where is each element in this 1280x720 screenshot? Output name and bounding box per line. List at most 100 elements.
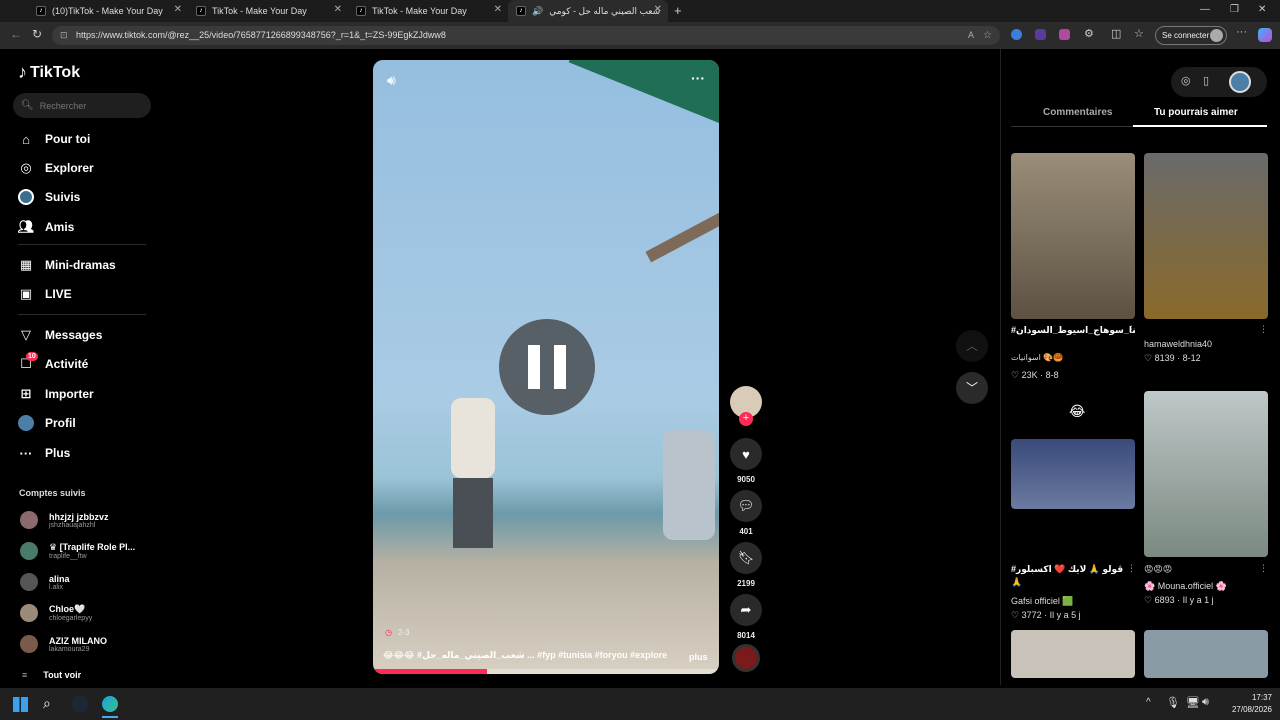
avatar[interactable] [1229, 71, 1251, 93]
pause-icon [554, 345, 566, 389]
search-icon[interactable]: ⌕ [43, 695, 51, 712]
maximize-icon[interactable]: ❐ [1230, 4, 1239, 15]
video-card[interactable] [1011, 153, 1135, 319]
next-video-button[interactable]: ﹀ [956, 372, 988, 404]
card-author: hamaweldhnia40 [1144, 339, 1213, 349]
copilot-icon[interactable] [1258, 28, 1272, 42]
right-panel: ◎ ▯ Commentaires Tu pourrais aimer #اسوا… [1000, 49, 1280, 685]
tab-tiktok-3[interactable]: ♪ TikTok - Make Your Day ✕ [348, 0, 508, 22]
video-card[interactable] [1144, 153, 1268, 319]
clock[interactable]: 17:37 27/08/2026 [1222, 692, 1272, 716]
followed-account[interactable]: alina l.alix [20, 573, 70, 591]
nav-amis[interactable]: 👥︎ Amis [18, 219, 75, 235]
extension-icon[interactable] [1035, 29, 1046, 40]
save-button[interactable]: 🔖︎ [730, 542, 762, 574]
tab-comments[interactable]: Commentaires [1043, 107, 1112, 118]
close-tab-icon[interactable]: ✕ [334, 4, 342, 15]
chevron-up-icon[interactable]: ^ [1146, 697, 1151, 708]
compass-icon: ◎ [20, 160, 32, 175]
nav-messages[interactable]: ▽ Messages [18, 327, 102, 343]
nav-explorer[interactable]: ◎ Explorer [18, 160, 93, 176]
minimize-icon[interactable]: — [1200, 4, 1210, 15]
video-player[interactable]: 🔊︎ ··· ◷ 2-3 😂😂😂 #شعب_الصيني_ماله_حل ... … [373, 60, 719, 674]
close-window-icon[interactable]: ✕ [1258, 4, 1266, 15]
volume-icon[interactable]: 🔊︎ [1202, 696, 1209, 709]
followed-account[interactable]: Chloe🤍 chloegarlepyy [20, 604, 92, 622]
new-tab-icon[interactable]: + [674, 3, 682, 18]
video-more-icon[interactable]: ··· [691, 70, 705, 86]
steam-icon[interactable] [72, 696, 88, 712]
sign-in-button[interactable]: Se connecter [1155, 26, 1227, 45]
tab-tiktok-2[interactable]: ♪ TikTok - Make Your Day ✕ [188, 0, 348, 22]
back-icon[interactable]: ← [10, 27, 22, 41]
network-icon[interactable]: 🖥︎ [1186, 696, 1200, 709]
avatar [20, 511, 38, 529]
site-info-icon[interactable]: ⊡ [60, 26, 68, 45]
url-field[interactable]: ⊡ https://www.tiktok.com/@rez__25/video/… [52, 26, 1000, 45]
close-tab-icon[interactable]: ✕ [494, 4, 502, 15]
nav-pour-toi[interactable]: ⌂ Pour toi [18, 131, 90, 147]
like-button[interactable]: ♥ [730, 438, 762, 470]
video-card[interactable] [1011, 439, 1135, 509]
video-card[interactable] [1011, 630, 1135, 678]
progress-track[interactable] [373, 669, 719, 674]
followed-account[interactable]: ♛ [Traplife Role Pl... traplife__ftw [20, 542, 135, 560]
person-figure [453, 478, 493, 548]
nav-importer[interactable]: ⊞ Importer [18, 386, 94, 402]
follow-plus-icon[interactable]: + [739, 412, 753, 426]
music-disc-icon[interactable] [732, 644, 760, 672]
tiktok-favicon-icon: ♪ [36, 6, 46, 16]
card-more-icon[interactable]: ⋮ [1259, 563, 1268, 574]
see-all-link[interactable]: ≡ Tout voir [22, 670, 81, 680]
split-screen-icon[interactable]: ◫ [1111, 27, 1121, 40]
pause-icon [528, 345, 540, 389]
sidebar: ♪ TikTok 🔍︎ ⌂Pour toi ◎Explorer Suivis 👥… [0, 49, 160, 685]
edge-icon[interactable] [102, 696, 118, 712]
card-more-icon[interactable]: ⋮ [1127, 324, 1136, 335]
windows-start-icon[interactable] [13, 697, 28, 712]
nav-profil[interactable]: Profil [18, 415, 76, 431]
card-author: 🌸 Mouna.officiel 🌸 [1144, 581, 1227, 591]
nav-plus[interactable]: ··· Plus [18, 445, 71, 461]
person-figure [663, 430, 715, 540]
device-icon[interactable]: ▯ [1203, 74, 1209, 87]
tab-tiktok-1[interactable]: ♪ (10)TikTok - Make Your Day ✕ [28, 0, 188, 22]
share-button[interactable]: ➦ [730, 594, 762, 626]
extension-icon[interactable] [1059, 29, 1070, 40]
read-aloud-icon[interactable]: A [968, 26, 974, 45]
nav-live[interactable]: ▣ LIVE [18, 286, 72, 302]
comment-button[interactable]: 💬︎ [730, 490, 762, 522]
microphone-icon[interactable]: 🎙︎ [1166, 696, 1180, 709]
tiktok-logo[interactable]: ♪ TikTok [18, 62, 80, 83]
search-input[interactable] [39, 100, 140, 111]
volume-icon[interactable]: 🔊︎ [387, 72, 396, 89]
tab-recommendations[interactable]: Tu pourrais aimer [1154, 107, 1238, 118]
followed-account[interactable]: hhzjzj jzbbzvz jshzhauajahzhl [20, 511, 109, 529]
nav-suivis[interactable]: Suivis [18, 189, 80, 205]
card-more-icon[interactable]: ⋮ [1127, 563, 1136, 574]
card-more-icon[interactable]: ⋮ [1259, 324, 1268, 335]
close-tab-icon[interactable]: ✕ [174, 4, 182, 15]
refresh-icon[interactable]: ↻ [32, 27, 42, 41]
favorites-icon[interactable]: ☆ [1134, 27, 1144, 40]
previous-video-button[interactable]: ︿ [956, 330, 988, 362]
caption-more-link[interactable]: plus [689, 652, 708, 662]
more-menu-icon[interactable]: ··· [1236, 26, 1247, 38]
nav-mini-dramas[interactable]: ▦ Mini-dramas [18, 257, 116, 273]
taskbar: ⌕ ^ 🎙︎ 🖥︎ 🔊︎ 17:37 27/08/2026 [0, 688, 1280, 720]
tab-active-video[interactable]: ♪ 🔊 شعب الصيني ماله حل - كومي ✕ [508, 0, 668, 22]
chevron-down-icon: ﹀ [965, 381, 978, 395]
pause-button[interactable] [499, 319, 595, 415]
like-count: 9050 [737, 475, 755, 484]
compass-icon[interactable]: ◎ [1181, 74, 1191, 87]
share-arrow-icon: ➦ [740, 602, 752, 617]
video-card[interactable] [1144, 391, 1268, 557]
followed-account[interactable]: AZIZ MILANO lakamoura29 [20, 635, 107, 653]
close-tab-icon[interactable]: ✕ [654, 4, 662, 15]
search-box[interactable]: 🔍︎ [13, 93, 151, 118]
favorite-star-icon[interactable]: ☆ [983, 26, 992, 45]
video-card[interactable] [1144, 630, 1268, 678]
extensions-puzzle-icon[interactable]: ⚙ [1084, 27, 1094, 40]
nav-activite[interactable]: ☐ 10 Activité [18, 352, 88, 372]
extension-icon[interactable] [1011, 29, 1022, 40]
